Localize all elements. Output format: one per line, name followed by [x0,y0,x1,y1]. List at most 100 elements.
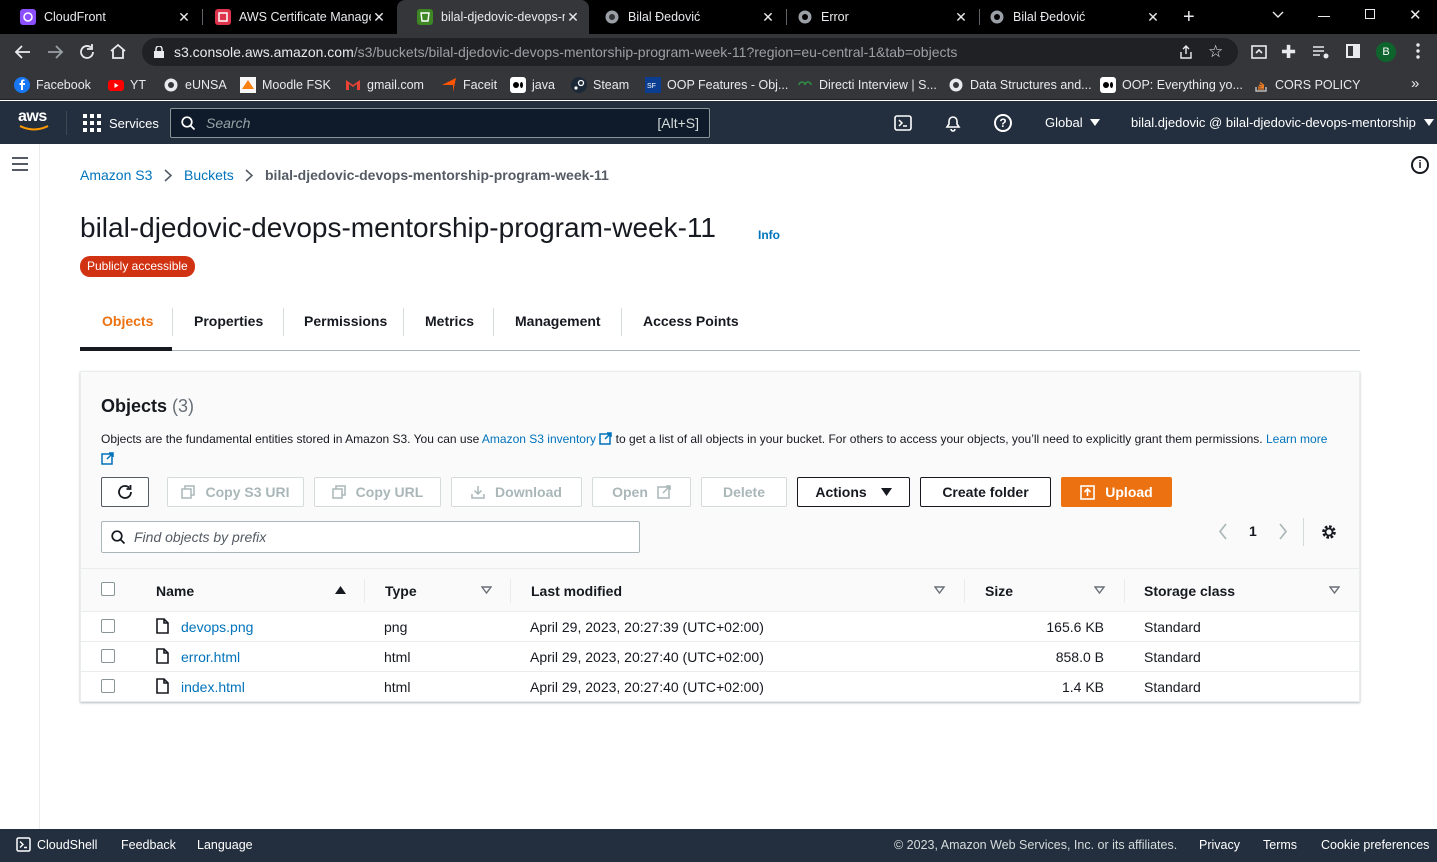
row-checkbox[interactable] [101,649,115,663]
menu-dots-icon[interactable] [1416,43,1420,59]
next-page-icon[interactable] [1278,523,1288,540]
bookmark-cors-policy[interactable]: CORS POLICY [1253,77,1360,93]
back-icon[interactable] [14,43,32,61]
notifications-bell-icon[interactable] [944,114,962,132]
sort-icon[interactable] [1329,586,1340,594]
close-window-icon[interactable]: ✕ [1409,6,1422,24]
info-link[interactable]: Info [758,228,780,242]
tab-permissions[interactable]: Permissions [304,313,387,329]
close-icon[interactable]: ✕ [176,9,192,25]
browser-tab-bilal[interactable]: Bilal Đedović ✕ [584,0,784,34]
select-all-checkbox[interactable] [101,582,115,596]
object-name-link[interactable]: devops.png [181,619,253,635]
bookmark-facebook[interactable]: Facebook [14,77,91,93]
account-menu[interactable]: bilal.djedovic @ bilal-djedovic-devops-m… [1131,115,1434,130]
column-header-type[interactable]: Type [385,583,417,599]
privacy-link[interactable]: Privacy [1199,838,1240,852]
sidepanel-icon[interactable] [1346,44,1360,58]
address-bar[interactable]: s3.console.aws.amazon.com/s3/buckets/bil… [142,38,1238,66]
column-header-size[interactable]: Size [985,583,1013,599]
browser-tab-acm[interactable]: AWS Certificate Manage ✕ [195,0,395,34]
learn-more-link[interactable]: Learn more [1266,432,1327,446]
forward-icon[interactable] [46,43,64,61]
tab-access-points[interactable]: Access Points [643,313,739,329]
aws-logo[interactable]: aws [18,108,50,136]
sort-ascending-icon[interactable] [335,586,346,594]
download-button[interactable]: Download [451,477,582,507]
tab-management[interactable]: Management [515,313,601,329]
tab-search-icon[interactable] [1272,8,1284,20]
reload-icon[interactable] [78,43,96,61]
browser-tab-error[interactable]: Error ✕ [777,0,977,34]
hamburger-menu-icon[interactable] [12,157,28,171]
copy-s3-uri-button[interactable]: Copy S3 URI [167,477,304,507]
close-icon[interactable]: ✕ [953,9,969,25]
column-header-name[interactable]: Name [156,583,194,599]
share-icon[interactable] [1178,44,1194,60]
row-checkbox[interactable] [101,679,115,693]
services-menu[interactable]: Services [83,114,159,132]
page-number[interactable]: 1 [1249,523,1257,539]
breadcrumb-amazon-s3[interactable]: Amazon S3 [80,167,152,183]
column-header-last-modified[interactable]: Last modified [531,583,622,599]
tab-properties[interactable]: Properties [194,313,263,329]
row-checkbox[interactable] [101,619,115,633]
bookmark-eunsa[interactable]: eUNSA [163,77,227,93]
minimize-icon[interactable] [1318,16,1330,17]
object-name-link[interactable]: error.html [181,649,240,665]
settings-gear-icon[interactable] [1320,523,1338,541]
bookmark-yt[interactable]: YT [108,77,146,93]
find-objects-input[interactable]: Find objects by prefix [101,521,640,553]
cookie-preferences-link[interactable]: Cookie preferences [1321,838,1429,852]
table-row[interactable]: devops.png png April 29, 2023, 20:27:39 … [81,611,1359,641]
sort-icon[interactable] [1094,586,1105,594]
bookmark-oop-features[interactable]: SF OOP Features - Obj... [645,77,788,93]
close-icon[interactable]: ✕ [1145,9,1161,25]
sort-icon[interactable] [934,586,945,594]
sort-icon[interactable] [481,586,492,594]
delete-button[interactable]: Delete [701,477,787,507]
bookmark-steam[interactable]: Steam [571,77,629,93]
bookmark-directi[interactable]: Directi Interview | S... [797,77,937,93]
bookmark-oop-everything[interactable]: OOP: Everything yo... [1100,77,1243,93]
actions-dropdown[interactable]: Actions [797,477,910,507]
bookmark-java[interactable]: java [510,77,555,93]
profile-avatar[interactable]: B [1376,42,1396,62]
new-tab-icon[interactable]: + [1183,7,1195,27]
bookmark-faceit[interactable]: Faceit [441,77,497,93]
bookmark-star-icon[interactable]: ☆ [1208,42,1223,62]
tab-objects[interactable]: Objects [102,313,153,329]
upload-button[interactable]: Upload [1061,477,1172,507]
aws-search-input[interactable]: Search [Alt+S] [170,108,710,138]
info-panel-icon[interactable]: i [1411,156,1429,174]
browser-tab-cloudfront[interactable]: CloudFront ✕ [0,0,200,34]
bookmarks-overflow-icon[interactable]: » [1411,75,1419,92]
region-selector[interactable]: Global [1045,115,1100,130]
table-row[interactable]: error.html html April 29, 2023, 20:27:40… [81,641,1359,671]
breadcrumb-buckets[interactable]: Buckets [184,167,234,183]
table-row[interactable]: index.html html April 29, 2023, 20:27:40… [81,671,1359,701]
close-icon[interactable]: ✕ [371,9,387,25]
close-icon[interactable]: ✕ [760,9,776,25]
terms-link[interactable]: Terms [1263,838,1297,852]
refresh-button[interactable] [101,477,149,507]
column-header-storage-class[interactable]: Storage class [1144,583,1235,599]
object-name-link[interactable]: index.html [181,679,245,695]
media-icon[interactable] [1312,44,1330,60]
bookmark-gmail[interactable]: gmail.com [345,77,424,93]
restore-icon[interactable] [1365,9,1375,19]
extension-icon[interactable] [1251,44,1267,60]
puzzle-icon[interactable]: ✚ [1281,42,1296,63]
bookmark-moodle[interactable]: Moodle FSK [240,77,331,93]
browser-tab-bilal-2[interactable]: Bilal Đedović ✕ [969,0,1169,34]
tab-metrics[interactable]: Metrics [425,313,474,329]
open-button[interactable]: Open [592,477,691,507]
help-icon[interactable]: ? [994,114,1012,132]
language-link[interactable]: Language [197,838,253,852]
cloudshell-icon[interactable] [894,115,912,131]
previous-page-icon[interactable] [1218,523,1228,540]
browser-tab-s3[interactable]: bilal-djedovic-devops-m ✕ [397,0,589,34]
create-folder-button[interactable]: Create folder [920,477,1051,507]
cloudshell-button[interactable]: CloudShell [16,837,97,852]
copy-url-button[interactable]: Copy URL [314,477,441,507]
